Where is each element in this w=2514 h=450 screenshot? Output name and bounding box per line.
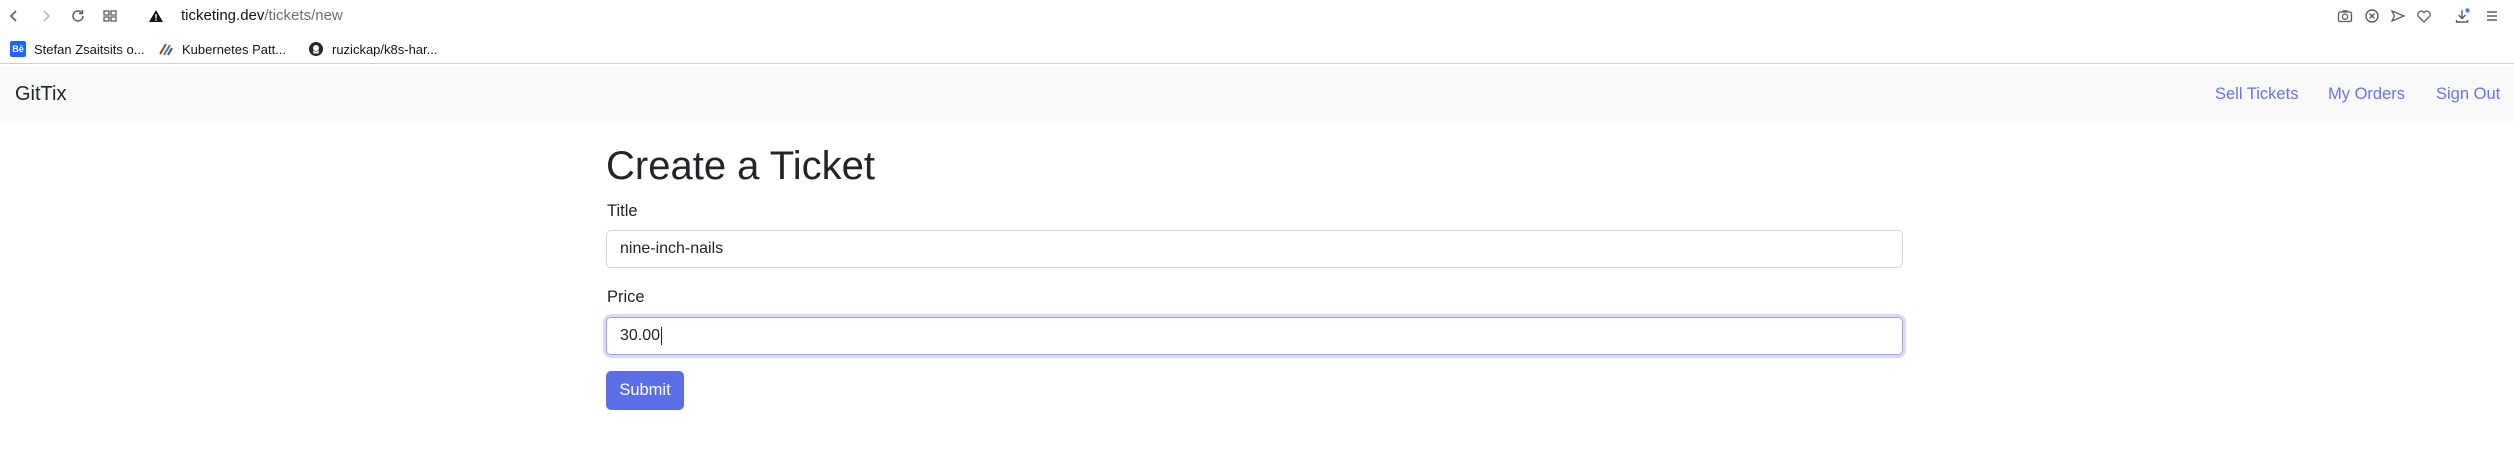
bookmark-item[interactable]: Bē Stefan Zsaitsits o... xyxy=(10,39,145,59)
price-label: Price xyxy=(607,288,645,306)
nav-my-orders[interactable]: My Orders xyxy=(2328,83,2405,105)
send-button[interactable] xyxy=(2388,6,2408,26)
warning-icon xyxy=(149,10,163,22)
nav-sell-tickets[interactable]: Sell Tickets xyxy=(2215,83,2298,105)
nav-sign-out[interactable]: Sign Out xyxy=(2436,83,2500,105)
bookmark-label: ruzickap/k8s-har... xyxy=(332,41,438,57)
bookmark-label: Kubernetes Patt... xyxy=(182,41,287,57)
forward-button[interactable] xyxy=(36,6,56,26)
tab-grid-button[interactable] xyxy=(100,6,120,26)
browser-toolbar: ticketing.dev/tickets/new xyxy=(0,0,2514,32)
text-caret xyxy=(661,326,663,345)
submit-button[interactable]: Submit xyxy=(606,371,684,410)
site-info-button[interactable] xyxy=(146,6,166,26)
kubernetes-patterns-icon xyxy=(158,41,174,57)
extension-button[interactable] xyxy=(2362,6,2382,26)
forward-arrow-icon xyxy=(43,10,51,22)
price-input-value: 30.00 xyxy=(620,327,661,344)
bookmarks-bar: Bē Stefan Zsaitsits o... Kubernetes Patt… xyxy=(0,34,2514,64)
send-icon xyxy=(2390,9,2406,23)
download-icon xyxy=(2455,8,2470,23)
hamburger-menu-icon xyxy=(2487,11,2497,21)
favorites-button[interactable] xyxy=(2414,6,2434,26)
title-input-value: nine-inch-nails xyxy=(620,240,724,257)
url-path: /tickets/new xyxy=(264,7,343,24)
title-label: Title xyxy=(607,202,638,220)
url-domain: ticketing.dev xyxy=(181,7,265,24)
bookmark-item[interactable]: ruzickap/k8s-har... xyxy=(308,39,438,59)
reload-icon xyxy=(72,10,84,22)
grid-icon xyxy=(103,10,117,22)
back-button[interactable] xyxy=(4,6,24,26)
github-icon xyxy=(308,41,324,57)
block-icon xyxy=(2365,9,2379,23)
app-navbar: GitTix Sell Tickets My Orders Sign Out xyxy=(0,66,2514,123)
title-input[interactable]: nine-inch-nails xyxy=(606,230,1903,268)
heart-icon xyxy=(2417,10,2431,23)
camera-icon xyxy=(2337,10,2353,23)
brand-link[interactable]: GitTix xyxy=(15,81,66,107)
back-arrow-icon xyxy=(9,10,17,22)
downloads-button[interactable] xyxy=(2452,6,2472,26)
bookmark-item[interactable]: Kubernetes Patt... xyxy=(158,39,286,59)
behance-icon: Bē xyxy=(10,41,26,57)
page-title: Create a Ticket xyxy=(606,144,876,188)
menu-button[interactable] xyxy=(2482,6,2502,26)
price-input[interactable]: 30.00 xyxy=(606,317,1903,355)
bookmark-label: Stefan Zsaitsits o... xyxy=(34,41,145,57)
screenshot-button[interactable] xyxy=(2335,6,2355,26)
reload-button[interactable] xyxy=(68,6,88,26)
address-bar[interactable]: ticketing.dev/tickets/new xyxy=(181,7,343,25)
